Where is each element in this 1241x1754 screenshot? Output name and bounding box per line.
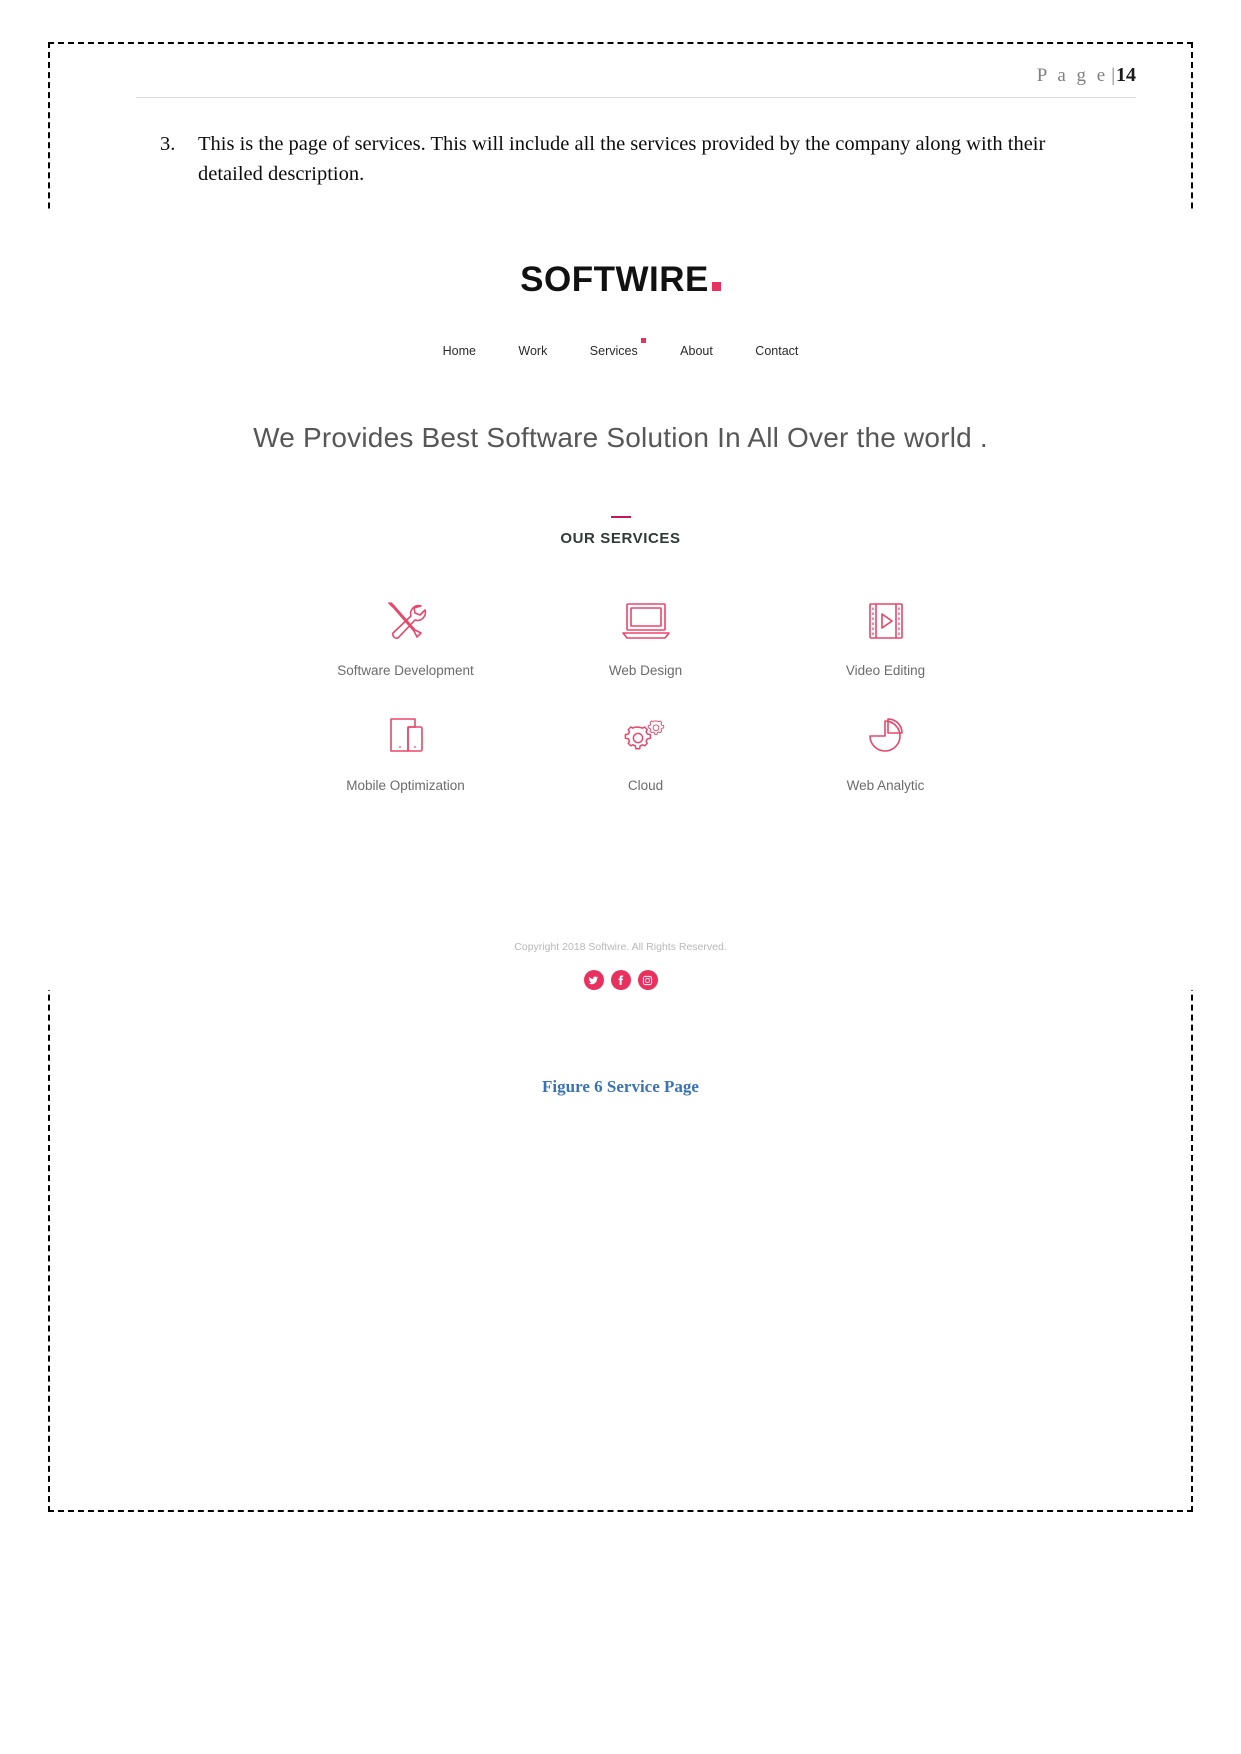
- services-section-header: OUR SERVICES: [48, 516, 1193, 547]
- list-item: 3. This is the page of services. This wi…: [160, 130, 1100, 189]
- service-label: Software Development: [337, 663, 474, 678]
- section-accent-dash: [610, 516, 631, 518]
- nav-label: Services: [589, 344, 638, 358]
- nav-item-home[interactable]: Home: [443, 344, 476, 358]
- service-label: Web Analytic: [846, 778, 925, 793]
- page-number: 14: [1116, 64, 1136, 86]
- facebook-icon[interactable]: [610, 970, 631, 990]
- services-section-title: OUR SERVICES: [560, 530, 681, 547]
- laptop-icon: [526, 593, 766, 649]
- service-card-video-editing[interactable]: Video Editing: [766, 593, 1006, 678]
- service-label: Web Design: [608, 663, 683, 678]
- nav-label: About: [680, 344, 713, 358]
- twitter-icon[interactable]: [583, 970, 604, 990]
- page-header: P a g e |14: [136, 64, 1136, 87]
- nav-item-contact[interactable]: Contact: [755, 344, 798, 358]
- gears-icon: [526, 708, 766, 764]
- service-card-software-development[interactable]: Software Development: [286, 593, 526, 678]
- list-item-number: 3.: [160, 133, 176, 155]
- service-card-web-design[interactable]: Web Design: [526, 593, 766, 678]
- list-item-text: This is the page of services. This will …: [198, 133, 1046, 185]
- service-card-web-analytic[interactable]: Web Analytic: [766, 708, 1006, 793]
- document-page: P a g e |14 3. This is the page of servic…: [48, 42, 1193, 1512]
- film-play-icon: [766, 593, 1006, 649]
- service-card-mobile-optimization[interactable]: Mobile Optimization: [286, 708, 526, 793]
- site-logo[interactable]: SOFTWIRE: [48, 260, 1193, 300]
- service-card-cloud[interactable]: Cloud: [526, 708, 766, 793]
- page-header-label: P a g e: [1036, 65, 1109, 86]
- service-page-screenshot: SOFTWIRE Home Work Services About Contac…: [48, 212, 1193, 990]
- nav-item-work[interactable]: Work: [518, 344, 547, 358]
- nav-label: Work: [518, 344, 548, 358]
- site-navigation: Home Work Services About Contact: [48, 338, 1193, 360]
- social-links: [48, 970, 1193, 990]
- logo-text: SOFTWIRE: [520, 260, 709, 299]
- devices-icon: [286, 708, 526, 764]
- hero-headline: We Provides Best Software Solution In Al…: [253, 422, 988, 453]
- copyright-text: Copyright 2018 Softwire. All Rights Rese…: [514, 941, 727, 953]
- service-label: Mobile Optimization: [346, 778, 465, 793]
- nav-label: Contact: [755, 344, 799, 358]
- service-label: Cloud: [627, 778, 664, 793]
- header-divider: [136, 97, 1136, 98]
- logo-dot-icon: [711, 282, 721, 291]
- site-footer: Copyright 2018 Softwire. All Rights Rese…: [48, 941, 1193, 990]
- instagram-icon[interactable]: [637, 970, 658, 990]
- service-label: Video Editing: [845, 663, 926, 678]
- tools-icon: [286, 593, 526, 649]
- nav-item-services[interactable]: Services: [589, 338, 646, 358]
- nav-item-about[interactable]: About: [680, 344, 713, 358]
- active-indicator-dot-icon: [640, 338, 646, 343]
- figure-caption: Figure 6 Service Page: [542, 1077, 699, 1096]
- services-grid: Software Development Web Design Video Ed…: [236, 593, 1006, 793]
- nav-label: Home: [442, 344, 476, 358]
- pie-chart-icon: [766, 708, 1006, 764]
- page-header-separator: |: [1111, 65, 1115, 86]
